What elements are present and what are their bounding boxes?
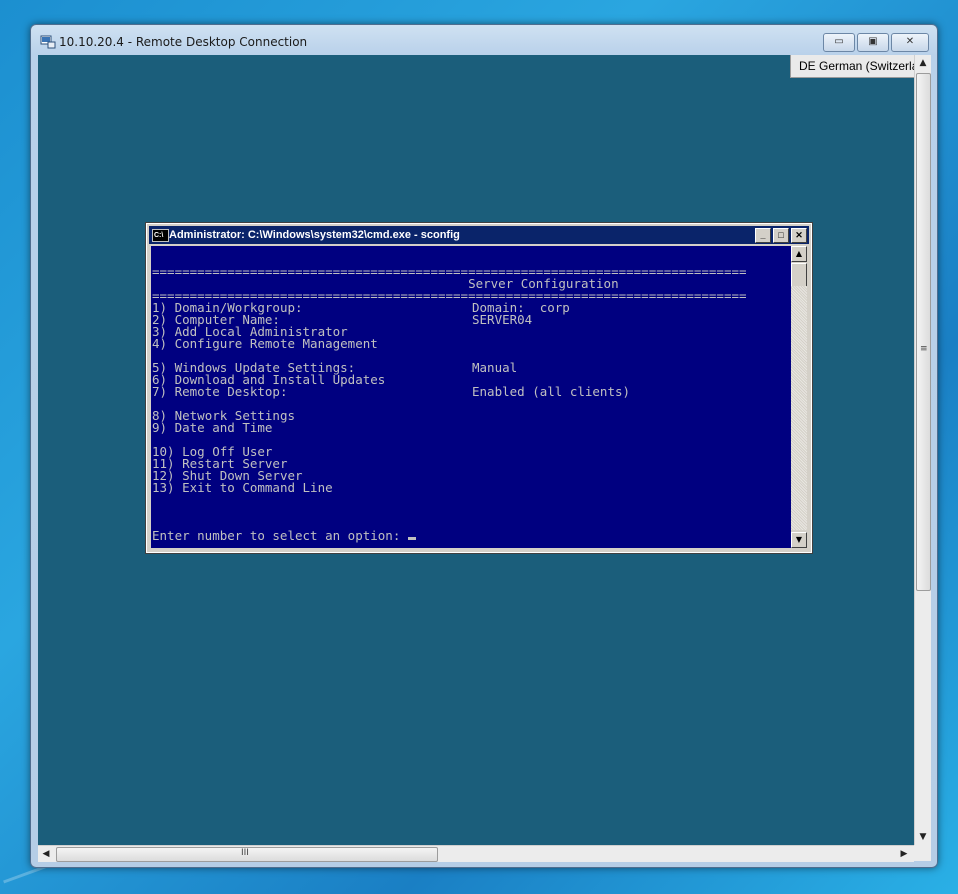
- scrollbar-corner: [914, 845, 931, 861]
- menu-item-label: Date and Time: [174, 420, 273, 435]
- rdp-vscroll-thumb[interactable]: ≡: [916, 73, 931, 591]
- rdp-window: 10.10.20.4 - Remote Desktop Connection ▭…: [30, 24, 938, 868]
- menu-item[interactable]: 7) Remote Desktop:: [152, 384, 288, 399]
- menu-item-label: Exit to Command Line: [182, 480, 333, 495]
- input-prompt[interactable]: Enter number to select an option:: [152, 528, 416, 543]
- scroll-grip-icon: III: [241, 848, 249, 858]
- menu-item-value: SERVER04: [472, 312, 533, 327]
- scroll-down-arrow-icon[interactable]: ▼: [915, 829, 931, 845]
- menu-item[interactable]: 4) Configure Remote Management: [152, 336, 378, 351]
- language-indicator[interactable]: DE German (Switzerland): [790, 55, 914, 78]
- menu-item-value: Enabled (all clients): [472, 384, 631, 399]
- scroll-right-arrow-icon[interactable]: ▶: [896, 846, 912, 862]
- cmd-app-icon: C:\: [152, 229, 169, 242]
- rdp-window-title: 10.10.20.4 - Remote Desktop Connection: [59, 35, 308, 49]
- rdp-horizontal-scrollbar[interactable]: ◀ III ▶: [38, 845, 914, 862]
- cmd-window: C:\ Administrator: C:\Windows\system32\c…: [145, 222, 813, 554]
- menu-item-number: 7): [152, 384, 168, 399]
- cmd-window-title: Administrator: C:\Windows\system32\cmd.e…: [169, 229, 460, 241]
- menu-item[interactable]: 9) Date and Time: [152, 420, 273, 435]
- rdp-maximize-button[interactable]: ▣: [857, 33, 889, 52]
- text-cursor: [407, 537, 416, 540]
- menu-item-label: Configure Remote Management: [174, 336, 378, 351]
- remote-desktop-area[interactable]: DE German (Switzerland) C:\ Administrato…: [38, 55, 914, 845]
- menu-item-value: Manual: [472, 360, 518, 375]
- cmd-scroll-thumb[interactable]: [791, 263, 807, 287]
- cmd-scroll-track[interactable]: [791, 286, 807, 530]
- rdp-vertical-scrollbar[interactable]: ▲ ≡ ▼: [914, 55, 931, 845]
- menu-item-label: Remote Desktop:: [174, 384, 288, 399]
- cmd-vertical-scrollbar[interactable]: ▲ ▼: [791, 246, 807, 548]
- scroll-down-arrow-icon[interactable]: ▼: [791, 532, 807, 548]
- cmd-title-bar[interactable]: C:\ Administrator: C:\Windows\system32\c…: [149, 226, 809, 244]
- rdp-app-icon: [40, 35, 56, 49]
- console-output[interactable]: ========================================…: [151, 246, 791, 548]
- menu-item-number: 13): [152, 480, 175, 495]
- prompt-text: Enter number to select an option:: [152, 528, 408, 543]
- rdp-hscroll-thumb[interactable]: III: [56, 847, 438, 862]
- scroll-up-arrow-icon[interactable]: ▲: [915, 55, 931, 71]
- cmd-close-button[interactable]: ✕: [791, 228, 807, 243]
- rdp-close-button[interactable]: ✕: [891, 33, 929, 52]
- menu-item-number: 9): [152, 420, 168, 435]
- scroll-grip-icon: ≡: [920, 344, 928, 354]
- rdp-minimize-button[interactable]: ▭: [823, 33, 855, 52]
- cmd-minimize-button[interactable]: _: [755, 228, 771, 243]
- cmd-window-controls: _ □ ✕: [755, 228, 807, 243]
- rdp-window-controls: ▭ ▣ ✕: [823, 33, 929, 52]
- scroll-left-arrow-icon[interactable]: ◀: [38, 846, 54, 862]
- menu-item[interactable]: 13) Exit to Command Line: [152, 480, 333, 495]
- scroll-up-arrow-icon[interactable]: ▲: [791, 246, 807, 262]
- menu-item-number: 4): [152, 336, 168, 351]
- cmd-maximize-button[interactable]: □: [773, 228, 789, 243]
